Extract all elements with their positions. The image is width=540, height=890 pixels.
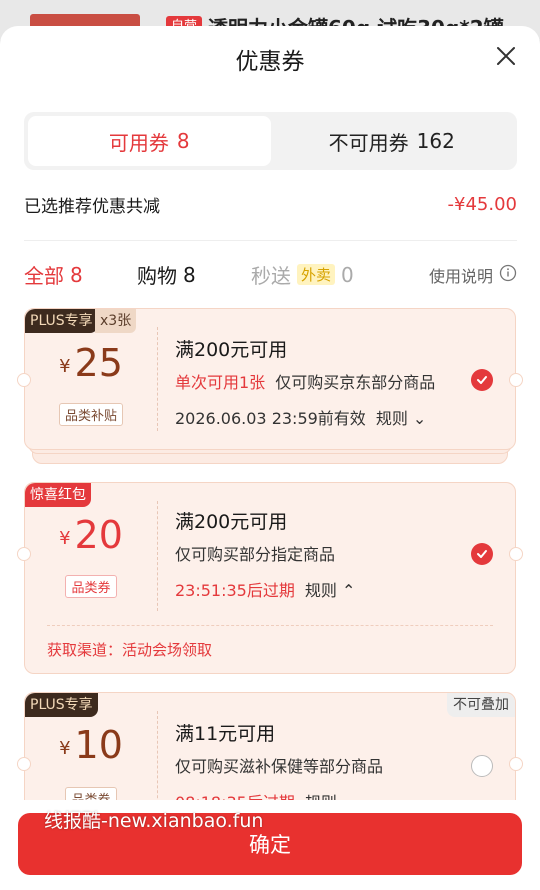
summary-label: 已选推荐优惠共减	[24, 197, 160, 217]
tab-count: 8	[176, 129, 190, 153]
tab-label: 不可用券	[328, 130, 409, 155]
coupon-tabs: 可用券 8 不可用券 162	[24, 112, 517, 170]
chevron-down-icon: ⌄	[412, 409, 427, 428]
chevron-up-icon: ⌃	[341, 581, 356, 600]
coupon-card[interactable]: 惊喜红包 ¥20 品类券 满200元可用 仅可购买部分指定商品 23:51:35…	[17, 482, 523, 674]
close-icon[interactable]	[494, 44, 518, 68]
expiry-text: 2026.06.03 23:59前有效	[175, 409, 366, 428]
checked-icon[interactable]	[471, 369, 493, 391]
coupon-desc: 仅可购买滋补保健等部分商品	[175, 757, 384, 776]
card-notch	[509, 547, 523, 561]
coupon-threshold: 满200元可用	[175, 339, 288, 361]
category-tag: 品类券	[25, 575, 157, 598]
tab-count: 162	[416, 129, 455, 153]
sheet-title: 优惠券	[235, 49, 305, 75]
card-notch	[509, 757, 523, 771]
tab-available[interactable]: 可用券 8	[28, 116, 271, 166]
filter-count: 8	[70, 262, 83, 287]
watermark: 线报酷-new.xianbao.fun	[44, 810, 264, 832]
filter-label: 秒送	[251, 264, 291, 288]
rule-link[interactable]: 规则 ⌄	[376, 409, 427, 428]
filter-count: 0	[341, 262, 354, 287]
coupon-desc: 仅可购买部分指定商品	[175, 545, 336, 564]
category-tag: 品类补贴	[25, 403, 157, 426]
checked-icon[interactable]	[471, 543, 493, 565]
currency: ¥	[59, 356, 71, 377]
coupon-desc: 单次可用1张 仅可购买京东部分商品	[175, 369, 435, 393]
takeaway-badge: 外卖	[297, 264, 336, 285]
usage-help-link[interactable]: 使用说明	[429, 263, 517, 287]
help-label: 使用说明	[428, 267, 493, 286]
plus-badge: PLUS专享	[25, 693, 98, 717]
filter-count: 8	[183, 262, 196, 287]
coupon-expiry: 23:51:35后过期 规则 ⌃	[175, 577, 355, 601]
unchecked-icon[interactable]	[471, 755, 493, 777]
non-stackable-badge: 不可叠加	[447, 693, 515, 717]
expiry-countdown: 23:51:35后过期	[175, 581, 295, 600]
plus-badge: PLUS专享	[25, 309, 98, 333]
amount-value: 20	[74, 513, 123, 557]
coupon-threshold: 满11元可用	[175, 723, 276, 745]
coupon-sheet: 优惠券 可用券 8 不可用券 162 已选推荐优惠共减 -¥45.00 全部 8…	[0, 26, 540, 890]
tab-label: 可用券	[108, 130, 169, 155]
currency: ¥	[59, 528, 71, 549]
card-divider	[157, 501, 158, 611]
filter-shopping[interactable]: 购物 8	[137, 260, 196, 289]
coupon-card[interactable]: PLUS专享 x3张 ¥25 品类补贴 满200元可用 单次可用1张 仅可购买京东…	[17, 308, 523, 450]
coupon-amount: ¥20	[25, 513, 157, 557]
tab-unavailable[interactable]: 不可用券 162	[271, 116, 514, 166]
filter-flash[interactable]: 秒送 外卖 0	[251, 260, 354, 289]
filter-label: 全部	[24, 264, 64, 288]
filter-bar: 全部 8 购物 8 秒送 外卖 0 使用说明	[24, 260, 517, 290]
filter-all[interactable]: 全部 8	[24, 260, 83, 289]
card-divider	[157, 327, 158, 431]
coupon-expiry: 2026.06.03 23:59前有效 规则 ⌄	[175, 405, 426, 429]
source-channel: 获取渠道：活动会场领取	[47, 641, 213, 659]
summary-value: -¥45.00	[447, 194, 517, 215]
channel-divider	[47, 625, 493, 626]
amount-value: 10	[74, 723, 123, 767]
coupon-amount: ¥10	[25, 723, 157, 767]
divider	[24, 240, 517, 241]
coupon-amount: ¥25	[25, 341, 157, 385]
card-notch	[509, 373, 523, 387]
quantity-badge: x3张	[95, 309, 137, 333]
surprise-badge: 惊喜红包	[25, 483, 91, 507]
currency: ¥	[59, 738, 71, 759]
filter-label: 购物	[137, 264, 177, 288]
amount-value: 25	[74, 341, 123, 385]
rule-link[interactable]: 规则 ⌃	[305, 581, 356, 600]
coupon-threshold: 满200元可用	[175, 511, 288, 533]
scope-text: 仅可购买京东部分商品	[275, 373, 436, 392]
usage-limit: 单次可用1张	[175, 373, 266, 392]
info-icon	[499, 264, 517, 286]
